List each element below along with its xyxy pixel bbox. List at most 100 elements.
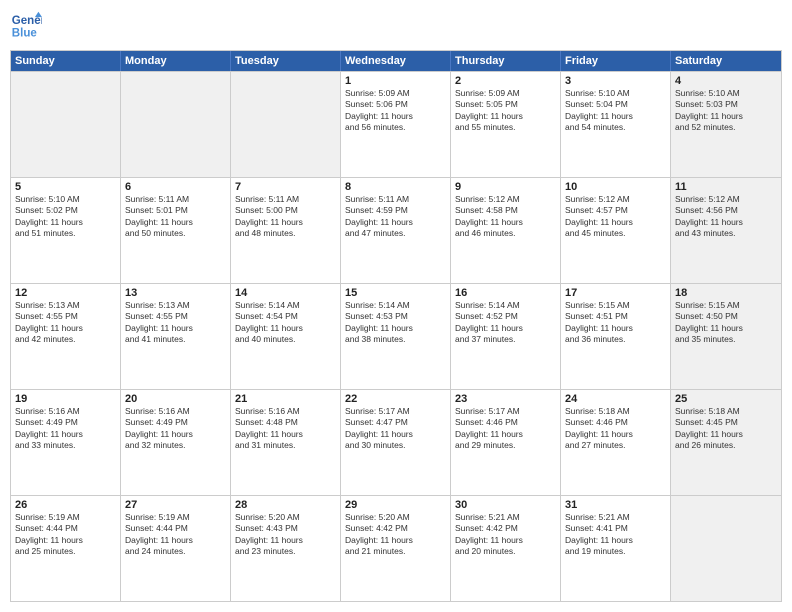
cell-info: Sunrise: 5:13 AM Sunset: 4:55 PM Dayligh…: [125, 300, 226, 346]
cell-info: Sunrise: 5:10 AM Sunset: 5:04 PM Dayligh…: [565, 88, 666, 134]
day-number: 11: [675, 181, 777, 193]
calendar: SundayMondayTuesdayWednesdayThursdayFrid…: [10, 50, 782, 602]
calendar-cell: 24Sunrise: 5:18 AM Sunset: 4:46 PM Dayli…: [561, 390, 671, 495]
calendar-cell: 13Sunrise: 5:13 AM Sunset: 4:55 PM Dayli…: [121, 284, 231, 389]
calendar-cell: 23Sunrise: 5:17 AM Sunset: 4:46 PM Dayli…: [451, 390, 561, 495]
day-number: 17: [565, 287, 666, 299]
day-number: 7: [235, 181, 336, 193]
weekday-header: Sunday: [11, 51, 121, 71]
calendar-cell: 30Sunrise: 5:21 AM Sunset: 4:42 PM Dayli…: [451, 496, 561, 601]
page-container: General Blue SundayMondayTuesdayWednesda…: [0, 0, 792, 612]
cell-info: Sunrise: 5:11 AM Sunset: 4:59 PM Dayligh…: [345, 194, 446, 240]
calendar-cell: 8Sunrise: 5:11 AM Sunset: 4:59 PM Daylig…: [341, 178, 451, 283]
weekday-header: Friday: [561, 51, 671, 71]
calendar-cell: 12Sunrise: 5:13 AM Sunset: 4:55 PM Dayli…: [11, 284, 121, 389]
calendar-cell: 16Sunrise: 5:14 AM Sunset: 4:52 PM Dayli…: [451, 284, 561, 389]
cell-info: Sunrise: 5:11 AM Sunset: 5:01 PM Dayligh…: [125, 194, 226, 240]
svg-text:Blue: Blue: [12, 28, 38, 40]
day-number: 12: [15, 287, 116, 299]
cell-info: Sunrise: 5:19 AM Sunset: 4:44 PM Dayligh…: [15, 512, 116, 558]
cell-info: Sunrise: 5:16 AM Sunset: 4:49 PM Dayligh…: [15, 406, 116, 452]
cell-info: Sunrise: 5:20 AM Sunset: 4:43 PM Dayligh…: [235, 512, 336, 558]
day-number: 14: [235, 287, 336, 299]
calendar-cell: 22Sunrise: 5:17 AM Sunset: 4:47 PM Dayli…: [341, 390, 451, 495]
calendar-cell: 17Sunrise: 5:15 AM Sunset: 4:51 PM Dayli…: [561, 284, 671, 389]
calendar-cell: 26Sunrise: 5:19 AM Sunset: 4:44 PM Dayli…: [11, 496, 121, 601]
calendar-cell: [231, 72, 341, 177]
calendar-cell: 27Sunrise: 5:19 AM Sunset: 4:44 PM Dayli…: [121, 496, 231, 601]
day-number: 26: [15, 499, 116, 511]
cell-info: Sunrise: 5:14 AM Sunset: 4:52 PM Dayligh…: [455, 300, 556, 346]
cell-info: Sunrise: 5:19 AM Sunset: 4:44 PM Dayligh…: [125, 512, 226, 558]
cell-info: Sunrise: 5:12 AM Sunset: 4:58 PM Dayligh…: [455, 194, 556, 240]
calendar-cell: 7Sunrise: 5:11 AM Sunset: 5:00 PM Daylig…: [231, 178, 341, 283]
calendar-cell: 18Sunrise: 5:15 AM Sunset: 4:50 PM Dayli…: [671, 284, 781, 389]
day-number: 30: [455, 499, 556, 511]
cell-info: Sunrise: 5:14 AM Sunset: 4:53 PM Dayligh…: [345, 300, 446, 346]
calendar-cell: 19Sunrise: 5:16 AM Sunset: 4:49 PM Dayli…: [11, 390, 121, 495]
calendar-cell: 28Sunrise: 5:20 AM Sunset: 4:43 PM Dayli…: [231, 496, 341, 601]
cell-info: Sunrise: 5:18 AM Sunset: 4:45 PM Dayligh…: [675, 406, 777, 452]
weekday-header: Tuesday: [231, 51, 341, 71]
logo: General Blue: [10, 10, 42, 42]
cell-info: Sunrise: 5:10 AM Sunset: 5:02 PM Dayligh…: [15, 194, 116, 240]
day-number: 22: [345, 393, 446, 405]
cell-info: Sunrise: 5:09 AM Sunset: 5:05 PM Dayligh…: [455, 88, 556, 134]
day-number: 1: [345, 75, 446, 87]
day-number: 15: [345, 287, 446, 299]
cell-info: Sunrise: 5:17 AM Sunset: 4:46 PM Dayligh…: [455, 406, 556, 452]
day-number: 28: [235, 499, 336, 511]
cell-info: Sunrise: 5:12 AM Sunset: 4:57 PM Dayligh…: [565, 194, 666, 240]
day-number: 27: [125, 499, 226, 511]
calendar-cell: 6Sunrise: 5:11 AM Sunset: 5:01 PM Daylig…: [121, 178, 231, 283]
day-number: 6: [125, 181, 226, 193]
calendar-cell: 21Sunrise: 5:16 AM Sunset: 4:48 PM Dayli…: [231, 390, 341, 495]
calendar-cell: [121, 72, 231, 177]
cell-info: Sunrise: 5:15 AM Sunset: 4:51 PM Dayligh…: [565, 300, 666, 346]
calendar-cell: 9Sunrise: 5:12 AM Sunset: 4:58 PM Daylig…: [451, 178, 561, 283]
day-number: 18: [675, 287, 777, 299]
day-number: 25: [675, 393, 777, 405]
cell-info: Sunrise: 5:10 AM Sunset: 5:03 PM Dayligh…: [675, 88, 777, 134]
calendar-cell: 25Sunrise: 5:18 AM Sunset: 4:45 PM Dayli…: [671, 390, 781, 495]
calendar-cell: [11, 72, 121, 177]
day-number: 21: [235, 393, 336, 405]
cell-info: Sunrise: 5:16 AM Sunset: 4:49 PM Dayligh…: [125, 406, 226, 452]
day-number: 10: [565, 181, 666, 193]
cell-info: Sunrise: 5:15 AM Sunset: 4:50 PM Dayligh…: [675, 300, 777, 346]
cell-info: Sunrise: 5:21 AM Sunset: 4:42 PM Dayligh…: [455, 512, 556, 558]
weekday-header: Thursday: [451, 51, 561, 71]
day-number: 16: [455, 287, 556, 299]
cell-info: Sunrise: 5:20 AM Sunset: 4:42 PM Dayligh…: [345, 512, 446, 558]
calendar-header: SundayMondayTuesdayWednesdayThursdayFrid…: [11, 51, 781, 71]
weekday-header: Wednesday: [341, 51, 451, 71]
cell-info: Sunrise: 5:12 AM Sunset: 4:56 PM Dayligh…: [675, 194, 777, 240]
weekday-header: Monday: [121, 51, 231, 71]
calendar-row: 12 Sunrise: 5:13 AM Sunset: 4:55 PM Dayli…: [11, 283, 781, 389]
calendar-cell: 3Sunrise: 5:10 AM Sunset: 5:04 PM Daylig…: [561, 72, 671, 177]
cell-info: Sunrise: 5:09 AM Sunset: 5:06 PM Dayligh…: [345, 88, 446, 134]
header: General Blue: [10, 10, 782, 42]
day-number: 29: [345, 499, 446, 511]
weekday-header: Saturday: [671, 51, 781, 71]
calendar-cell: 1Sunrise: 5:09 AM Sunset: 5:06 PM Daylig…: [341, 72, 451, 177]
day-number: 23: [455, 393, 556, 405]
calendar-cell: 11Sunrise: 5:12 AM Sunset: 4:56 PM Dayli…: [671, 178, 781, 283]
calendar-cell: 20Sunrise: 5:16 AM Sunset: 4:49 PM Dayli…: [121, 390, 231, 495]
day-number: 2: [455, 75, 556, 87]
day-number: 31: [565, 499, 666, 511]
cell-info: Sunrise: 5:18 AM Sunset: 4:46 PM Dayligh…: [565, 406, 666, 452]
calendar-cell: 15Sunrise: 5:14 AM Sunset: 4:53 PM Dayli…: [341, 284, 451, 389]
day-number: 13: [125, 287, 226, 299]
day-number: 9: [455, 181, 556, 193]
calendar-cell: 14Sunrise: 5:14 AM Sunset: 4:54 PM Dayli…: [231, 284, 341, 389]
cell-info: Sunrise: 5:21 AM Sunset: 4:41 PM Dayligh…: [565, 512, 666, 558]
calendar-cell: 10Sunrise: 5:12 AM Sunset: 4:57 PM Dayli…: [561, 178, 671, 283]
logo-icon: General Blue: [10, 10, 42, 42]
day-number: 5: [15, 181, 116, 193]
day-number: 19: [15, 393, 116, 405]
calendar-cell: 4Sunrise: 5:10 AM Sunset: 5:03 PM Daylig…: [671, 72, 781, 177]
cell-info: Sunrise: 5:11 AM Sunset: 5:00 PM Dayligh…: [235, 194, 336, 240]
cell-info: Sunrise: 5:17 AM Sunset: 4:47 PM Dayligh…: [345, 406, 446, 452]
calendar-body: 1Sunrise: 5:09 AM Sunset: 5:06 PM Daylig…: [11, 71, 781, 601]
